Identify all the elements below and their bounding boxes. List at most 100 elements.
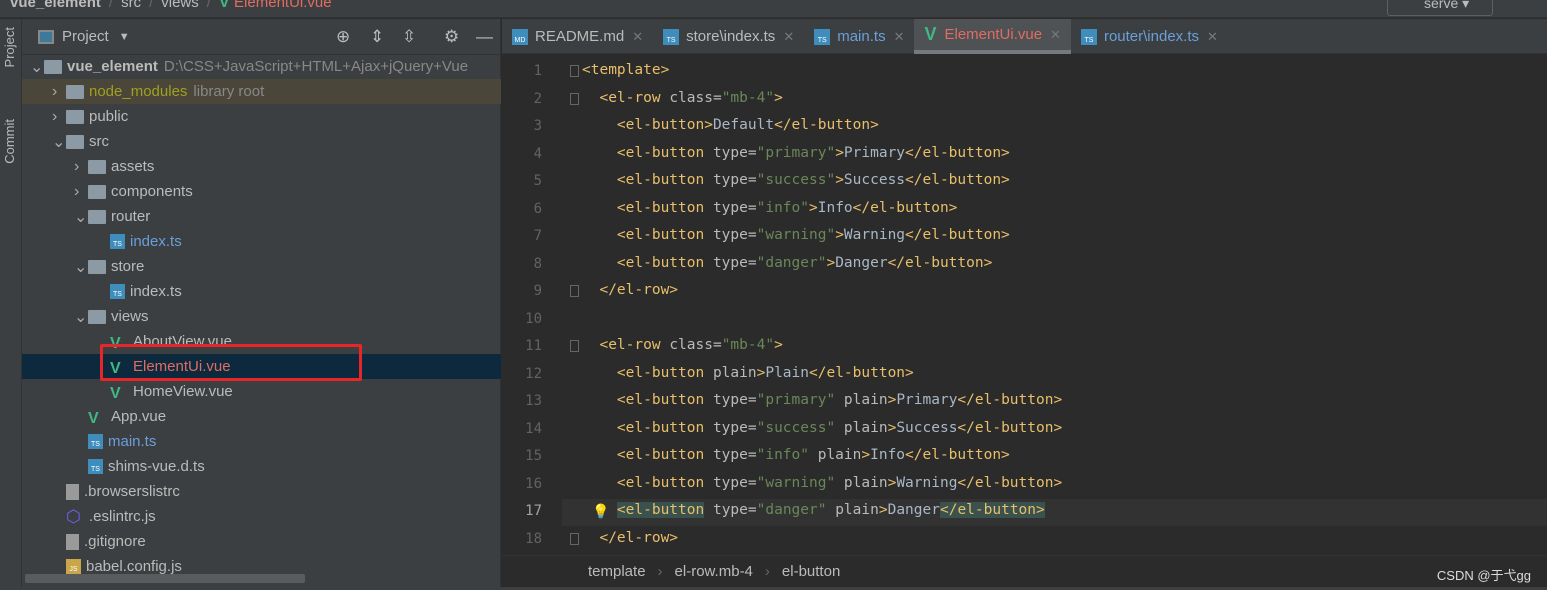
code-token: <el-button (582, 172, 713, 188)
vue-file-icon: V (110, 384, 121, 402)
tree-item[interactable]: ⌄ src (22, 129, 501, 154)
line-number: 9 (533, 283, 542, 299)
code-token: <el-button (582, 447, 713, 463)
tab-store-index-ts[interactable]: TS store\index.ts ✕ (653, 19, 804, 54)
code-token: </el-button> (905, 227, 1010, 243)
code-token: type= (712, 447, 757, 463)
tree-item[interactable]: .gitignore (22, 529, 501, 554)
close-icon[interactable]: ✕ (632, 29, 643, 45)
highlight-box (100, 344, 362, 381)
chevron-down-icon[interactable]: ⌄ (74, 207, 88, 227)
tree-item[interactable]: V HomeView.vue (22, 379, 501, 404)
vue-file-icon: V (88, 409, 99, 427)
tree-item[interactable]: ⌄ views (22, 304, 501, 329)
chevron-down-icon[interactable]: ⌄ (74, 307, 88, 327)
code-token: </el-row> (582, 529, 679, 546)
close-icon[interactable]: ✕ (894, 29, 905, 45)
breadcrumb-item[interactable]: src (121, 0, 141, 11)
crumb-el-button[interactable]: el-button (782, 563, 840, 580)
tree-item[interactable]: › assets (22, 154, 501, 179)
collapse-all-icon[interactable]: ⇳ (402, 27, 416, 47)
separator: / (206, 0, 211, 11)
commit-tool-tab[interactable]: Commit (2, 119, 17, 164)
typescript-file-icon: TS (814, 28, 831, 45)
tab-elementui-vue[interactable]: V ElementUi.vue ✕ (914, 19, 1071, 54)
typescript-file-icon: TS (110, 234, 125, 249)
tab-main-ts[interactable]: TS main.ts ✕ (804, 19, 914, 54)
crumb-el-row[interactable]: el-row.mb-4 (675, 563, 753, 580)
line-number: 1 (533, 63, 542, 79)
chevron-down-icon[interactable]: ⌄ (74, 257, 88, 277)
fold-marker-icon[interactable] (570, 65, 579, 77)
fold-marker-icon[interactable] (570, 532, 579, 545)
code-editor[interactable]: 1 <template> 2 <el-row class="mb-4"> 3 <el-… (502, 55, 1547, 555)
code-token: "primary" (756, 392, 844, 408)
tree-item[interactable]: TS main.ts (22, 429, 501, 454)
lightbulb-icon[interactable]: 💡 (592, 503, 609, 520)
chevron-down-icon[interactable]: ▼ (119, 31, 130, 43)
code-token: class= (669, 89, 722, 106)
project-tool-tab[interactable]: Project (2, 27, 17, 67)
breadcrumb-item[interactable]: vue_element (10, 0, 101, 11)
folder-icon (88, 159, 106, 174)
folder-icon (66, 134, 84, 149)
tree-item[interactable]: › node_modules library root (22, 79, 501, 104)
chevron-down-icon[interactable]: ⌄ (30, 57, 44, 77)
code-token: > (887, 474, 897, 491)
javascript-file-icon: JS (66, 559, 81, 574)
expand-all-icon[interactable]: ⇕ (370, 27, 384, 47)
close-icon[interactable]: ✕ (1207, 29, 1218, 45)
tree-item[interactable]: .browserslistrc (22, 479, 501, 504)
gear-icon[interactable]: ⚙ (444, 27, 459, 47)
horizontal-scrollbar[interactable] (25, 574, 305, 583)
tree-item[interactable]: ⌄ vue_element D:\CSS+JavaScript+HTML+Ajax+… (22, 54, 501, 79)
tree-item[interactable]: ⬡ .eslintrc.js (22, 504, 501, 529)
tree-item[interactable]: TS shims-vue.d.ts (22, 454, 501, 479)
tree-item[interactable]: › components (22, 179, 501, 204)
code-line: </el-row> (582, 530, 678, 546)
tree-item[interactable]: V App.vue (22, 404, 501, 429)
line-number: 7 (533, 228, 542, 244)
tab-router-index-ts[interactable]: TS router\index.ts ✕ (1071, 19, 1228, 54)
code-line: <el-button type="primary" plain>Primary<… (582, 392, 1062, 408)
chevron-down-icon[interactable]: ⌄ (52, 132, 66, 152)
line-number: 15 (525, 448, 542, 464)
run-config-select[interactable]: serve ▾ (1387, 0, 1493, 16)
breadcrumb-item[interactable]: views (161, 0, 199, 11)
chevron-right-icon[interactable]: › (52, 83, 66, 101)
close-icon[interactable]: ✕ (1050, 27, 1061, 43)
tree-item[interactable]: TS index.ts (22, 229, 501, 254)
code-token: type= (712, 227, 757, 243)
file-icon (66, 483, 79, 500)
code-token: "warning" (756, 227, 836, 243)
fold-marker-icon[interactable] (570, 92, 579, 105)
tree-item[interactable]: › public (22, 104, 501, 129)
minimize-icon[interactable]: — (476, 27, 493, 47)
close-icon[interactable]: ✕ (783, 29, 794, 45)
code-line: <el-button type="info" plain>Info</el-bu… (582, 447, 1010, 463)
code-line: <el-button type="info">Info</el-button> (582, 200, 958, 216)
tree-item-label: assets (111, 158, 155, 175)
code-token: Plain (765, 364, 809, 381)
folder-icon (88, 184, 106, 199)
code-token: </el-button> (905, 144, 1010, 161)
fold-marker-icon[interactable] (570, 285, 579, 297)
tree-item[interactable]: TS index.ts (22, 279, 501, 304)
locate-icon[interactable]: ⊕ (336, 27, 350, 47)
chevron-right-icon[interactable]: › (52, 108, 66, 126)
breadcrumb-item[interactable]: ElementUi.vue (234, 0, 332, 11)
fold-marker-icon[interactable] (570, 340, 579, 352)
code-token: > (774, 337, 783, 353)
project-view-select[interactable]: Project (62, 28, 109, 45)
code-token: <el-button (582, 474, 713, 491)
line-number: 3 (533, 118, 542, 134)
code-token: </el-button> (774, 117, 879, 133)
tree-item[interactable]: ⌄ router (22, 204, 501, 229)
tree-item[interactable]: ⌄ store (22, 254, 501, 279)
typescript-file-icon: TS (663, 28, 680, 45)
crumb-template[interactable]: template (588, 563, 646, 580)
tab-readme-md[interactable]: MD README.md ✕ (502, 19, 653, 54)
chevron-right-icon[interactable]: › (74, 183, 88, 201)
code-token: <el-button> (582, 117, 713, 133)
chevron-right-icon[interactable]: › (74, 158, 88, 176)
